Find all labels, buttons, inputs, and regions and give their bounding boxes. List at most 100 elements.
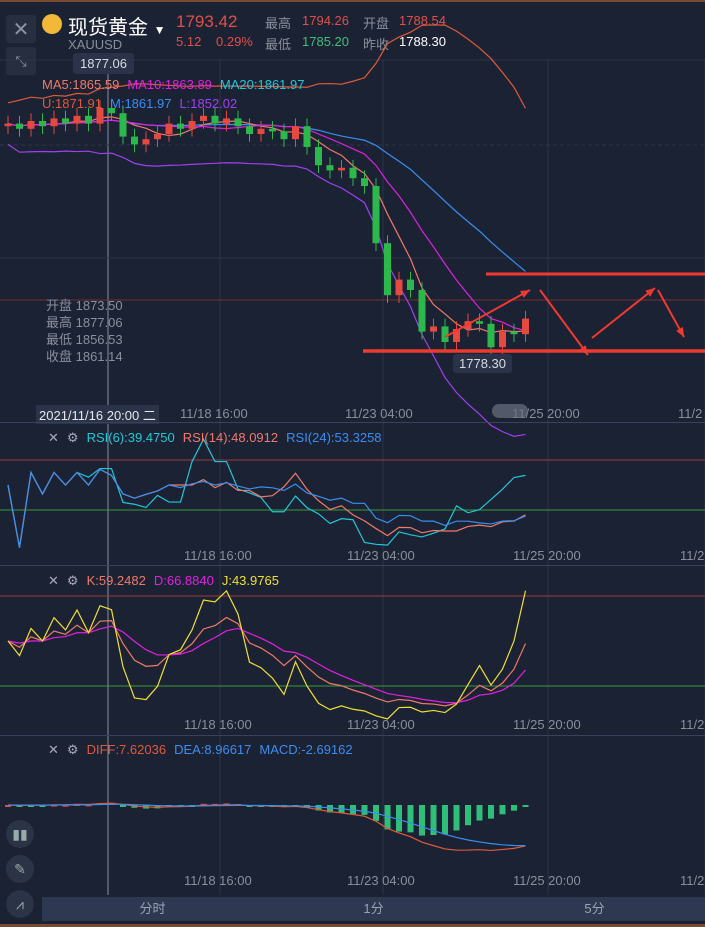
- candle: [292, 126, 299, 140]
- settings-icon[interactable]: ⚙: [67, 742, 79, 757]
- candle: [119, 113, 127, 137]
- candle: [177, 123, 184, 129]
- ohlc-close: 收盘 1861.14: [46, 349, 123, 364]
- divider: [0, 565, 705, 566]
- close-indicator-icon[interactable]: ✕: [48, 430, 59, 445]
- candle: [257, 128, 265, 134]
- candle: [27, 121, 35, 129]
- rsi6-value: RSI(6):39.4750: [86, 430, 175, 445]
- candlestick-icon: ▮▮: [12, 825, 28, 842]
- d-value: D:66.8840: [153, 573, 214, 588]
- candle: [280, 131, 288, 140]
- boll-lower: L:1852.02: [179, 96, 238, 111]
- time-label: 11/18 16:00: [184, 717, 252, 732]
- tab-timeshare[interactable]: 分时: [42, 897, 263, 921]
- rsi24-value: RSI(24):53.3258: [286, 430, 382, 445]
- ohlc-low: 最低 1856.53: [46, 332, 123, 347]
- time-label: 11/23 04:00: [347, 717, 415, 732]
- low-marker: 1778.30: [453, 354, 512, 373]
- candle: [50, 118, 58, 127]
- candle: [16, 123, 23, 129]
- macd-value: MACD:-2.69162: [259, 742, 353, 757]
- indicator-button[interactable]: ⩘: [6, 890, 34, 918]
- rsi24-line: [7, 468, 526, 548]
- macd-bar: [476, 805, 483, 821]
- boll-lower-line: [7, 143, 526, 437]
- candle: [315, 147, 322, 166]
- j-line: [7, 589, 527, 720]
- candle: [4, 123, 12, 127]
- candle: [522, 318, 529, 335]
- candle: [211, 115, 219, 124]
- candle: [441, 326, 449, 342]
- candle: [430, 326, 437, 332]
- scroll-handle[interactable]: [492, 404, 528, 418]
- boll-upper: U:1871.91: [42, 96, 102, 111]
- dea-value: DEA:8.96617: [174, 742, 252, 757]
- macd-bar: [465, 805, 471, 826]
- tab-1min[interactable]: 1分: [263, 897, 484, 921]
- ohlc-high: 最高 1877.06: [46, 315, 123, 330]
- macd-bar: [488, 805, 494, 819]
- ma5-value: MA5:1865.59: [42, 77, 120, 92]
- candle: [349, 167, 357, 179]
- settings-icon[interactable]: ⚙: [67, 573, 79, 588]
- close-indicator-icon[interactable]: ✕: [48, 742, 59, 757]
- k-line: [7, 616, 527, 707]
- divider: [0, 422, 705, 423]
- pencil-icon: ✎: [14, 860, 26, 877]
- d-line: [7, 625, 526, 704]
- candle: [395, 279, 403, 296]
- candle: [62, 118, 69, 124]
- time-label: 11/23 04:00: [347, 548, 415, 563]
- k-value: K:59.2482: [86, 573, 146, 588]
- tab-5min[interactable]: 5分: [484, 897, 705, 921]
- candle: [73, 115, 81, 124]
- candle: [85, 115, 92, 124]
- time-label: 11/25 20:00: [513, 873, 581, 888]
- boll-mid: M:1861.97: [110, 96, 172, 111]
- candle: [200, 115, 207, 121]
- candle: [303, 126, 311, 147]
- time-label: 11/18 16:00: [180, 406, 248, 421]
- candle: [384, 243, 391, 296]
- diff-value: DIFF:7.62036: [86, 742, 167, 757]
- time-label: 11/18 16:00: [184, 873, 252, 888]
- macd-bar: [499, 805, 506, 815]
- chart-type-button[interactable]: ▮▮: [6, 820, 34, 848]
- candle: [407, 279, 414, 290]
- kline-chart[interactable]: [0, 0, 705, 927]
- candle: [499, 331, 506, 348]
- macd-legend: ✕ ⚙ DIFF:7.62036 DEA:8.96617 MACD:-2.69162: [48, 741, 361, 759]
- macd-bar: [522, 805, 529, 807]
- rsi14-value: RSI(14):48.0912: [182, 430, 279, 445]
- settings-icon[interactable]: ⚙: [67, 430, 79, 445]
- candle: [269, 128, 276, 132]
- ohlc-readout: 开盘 1873.50 最高 1877.06 最低 1856.53 收盘 1861.14: [46, 297, 123, 365]
- candle: [476, 321, 483, 324]
- time-label: 11/25 20:00: [513, 717, 581, 732]
- annotation-arrow: [591, 287, 656, 339]
- candle: [246, 126, 253, 134]
- candle: [510, 331, 518, 335]
- period-tabs: 分时 1分 5分: [42, 897, 705, 921]
- candle: [234, 118, 242, 127]
- draw-button[interactable]: ✎: [6, 855, 34, 883]
- boll-legend: U:1871.91 M:1861.97 L:1852.02: [42, 95, 245, 113]
- divider: [0, 735, 705, 736]
- macd-bar: [442, 805, 448, 835]
- candle: [487, 323, 495, 348]
- candle: [223, 118, 230, 124]
- boll-mid-line: [7, 119, 526, 272]
- macd-bar: [453, 805, 460, 831]
- candle: [154, 134, 161, 140]
- macd-bar: [396, 805, 402, 832]
- macd-bar: [419, 805, 425, 836]
- time-label: 11/2: [680, 717, 705, 732]
- candle: [372, 186, 380, 244]
- time-label: 11/23 04:00: [345, 406, 413, 421]
- time-label: 11/2: [678, 406, 703, 421]
- candle: [165, 123, 173, 134]
- candle: [188, 121, 196, 129]
- close-indicator-icon[interactable]: ✕: [48, 573, 59, 588]
